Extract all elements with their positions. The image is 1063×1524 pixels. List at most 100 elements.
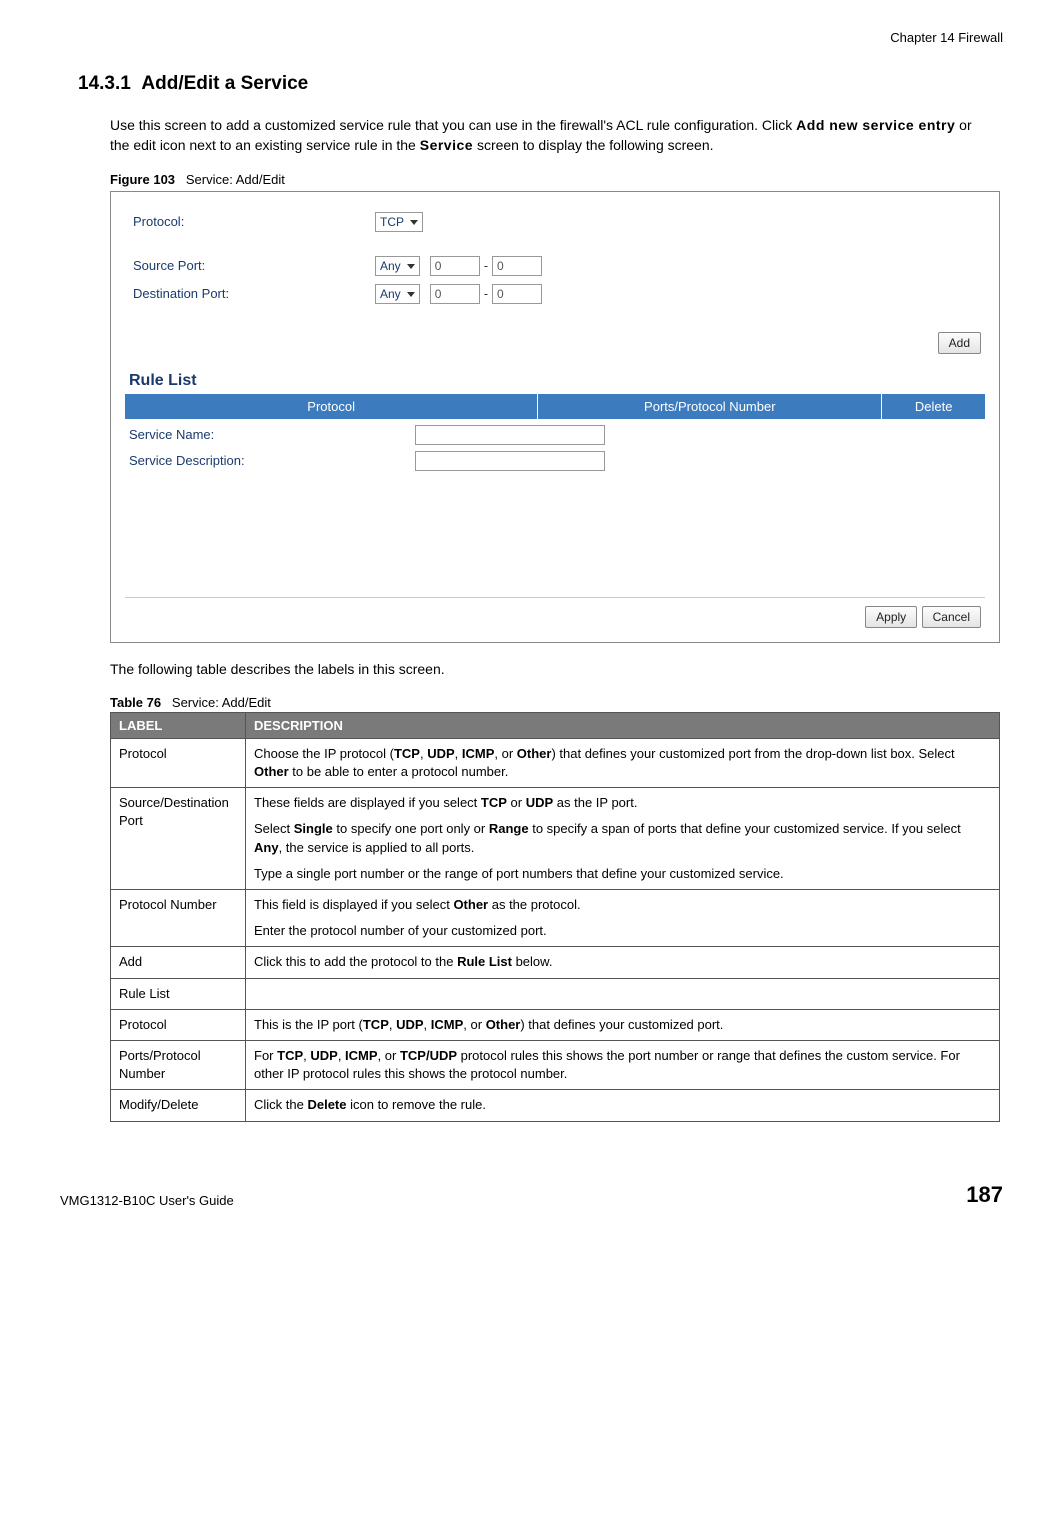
service-name-label: Service Name: bbox=[125, 427, 415, 442]
page-footer: VMG1312-B10C User's Guide 187 bbox=[60, 1182, 1003, 1208]
row-label: Modify/Delete bbox=[111, 1090, 246, 1121]
t: , bbox=[389, 1017, 396, 1032]
row-label: Protocol Number bbox=[111, 890, 246, 947]
col-ports: Ports/Protocol Number bbox=[538, 394, 882, 419]
t: UDP bbox=[526, 795, 553, 810]
table-row: Add Click this to add the protocol to th… bbox=[111, 947, 1000, 978]
t: Click the bbox=[254, 1097, 307, 1112]
service-description-row: Service Description: bbox=[125, 451, 985, 471]
source-port-from-input[interactable] bbox=[430, 256, 480, 276]
t: Any bbox=[254, 840, 279, 855]
t: ) that defines your customized port. bbox=[520, 1017, 723, 1032]
dash-separator: - bbox=[484, 286, 488, 301]
protocol-row: Protocol: TCP bbox=[125, 212, 985, 232]
t: or bbox=[507, 795, 526, 810]
t: TCP bbox=[277, 1048, 303, 1063]
th-label: LABEL bbox=[111, 712, 246, 738]
service-description-input[interactable] bbox=[415, 451, 605, 471]
table-number: Table 76 bbox=[110, 695, 161, 710]
t: ) that defines your customized port from… bbox=[551, 746, 954, 761]
row-label: Rule List bbox=[111, 978, 246, 1009]
source-port-row: Source Port: Any - bbox=[125, 256, 985, 276]
chapter-header: Chapter 14 Firewall bbox=[60, 30, 1003, 45]
table-title: Service: Add/Edit bbox=[172, 695, 271, 710]
source-port-to-input[interactable] bbox=[492, 256, 542, 276]
t: TCP bbox=[481, 795, 507, 810]
add-button[interactable]: Add bbox=[938, 332, 981, 354]
row-desc: Choose the IP protocol (TCP, UDP, ICMP, … bbox=[246, 738, 1000, 787]
destination-port-from-input[interactable] bbox=[430, 284, 480, 304]
protocol-select[interactable]: TCP bbox=[375, 212, 423, 232]
t: to be able to enter a protocol number. bbox=[289, 764, 509, 779]
protocol-select-value: TCP bbox=[380, 215, 404, 229]
description-table: LABEL DESCRIPTION Protocol Choose the IP… bbox=[110, 712, 1000, 1122]
rule-list-heading: Rule List bbox=[125, 372, 985, 390]
section-heading: 14.3.1 Add/Edit a Service bbox=[78, 73, 1003, 95]
row-desc bbox=[246, 978, 1000, 1009]
t: UDP bbox=[310, 1048, 337, 1063]
apply-button[interactable]: Apply bbox=[865, 606, 917, 628]
screenshot-panel: Protocol: TCP Source Port: Any - Destina… bbox=[110, 191, 1000, 643]
t: ICMP bbox=[462, 746, 495, 761]
th-description: DESCRIPTION bbox=[246, 712, 1000, 738]
table-row: Modify/Delete Click the Delete icon to r… bbox=[111, 1090, 1000, 1121]
t: This field is displayed if you select bbox=[254, 897, 453, 912]
destination-port-to-input[interactable] bbox=[492, 284, 542, 304]
t: TCP bbox=[394, 746, 420, 761]
t: , bbox=[424, 1017, 431, 1032]
t: , or bbox=[463, 1017, 485, 1032]
table-caption: Table 76 Service: Add/Edit bbox=[110, 695, 1003, 710]
table-row: Protocol Choose the IP protocol (TCP, UD… bbox=[111, 738, 1000, 787]
cancel-button[interactable]: Cancel bbox=[922, 606, 981, 628]
t: UDP bbox=[427, 746, 454, 761]
rule-list-table: Protocol Ports/Protocol Number Delete bbox=[125, 394, 985, 419]
intro-a: Use this screen to add a customized serv… bbox=[110, 117, 796, 133]
source-port-label: Source Port: bbox=[125, 258, 375, 273]
row-desc: This field is displayed if you select Ot… bbox=[246, 890, 1000, 947]
destination-port-mode-value: Any bbox=[380, 287, 401, 301]
t: , bbox=[455, 746, 462, 761]
service-name-row: Service Name: bbox=[125, 425, 985, 445]
t: Other bbox=[254, 764, 289, 779]
row-desc: Click the Delete icon to remove the rule… bbox=[246, 1090, 1000, 1121]
destination-port-mode-select[interactable]: Any bbox=[375, 284, 420, 304]
section-title-text: Add/Edit a Service bbox=[141, 73, 308, 94]
source-port-mode-value: Any bbox=[380, 259, 401, 273]
row-desc: For TCP, UDP, ICMP, or TCP/UDP protocol … bbox=[246, 1040, 1000, 1089]
t: Other bbox=[453, 897, 488, 912]
t: Other bbox=[486, 1017, 521, 1032]
after-figure-text: The following table describes the labels… bbox=[110, 659, 993, 679]
row-label: Protocol bbox=[111, 1009, 246, 1040]
table-row: Rule List bbox=[111, 978, 1000, 1009]
t: below. bbox=[512, 954, 552, 969]
t: Enter the protocol number of your custom… bbox=[254, 922, 991, 940]
t: ICMP bbox=[345, 1048, 378, 1063]
t: to specify a span of ports that define y… bbox=[529, 821, 961, 836]
intro-c: screen to display the following screen. bbox=[473, 137, 713, 153]
row-desc: Click this to add the protocol to the Ru… bbox=[246, 947, 1000, 978]
section-number-text: 14.3.1 bbox=[78, 73, 131, 94]
t: as the protocol. bbox=[488, 897, 581, 912]
row-desc: This is the IP port (TCP, UDP, ICMP, or … bbox=[246, 1009, 1000, 1040]
col-protocol: Protocol bbox=[125, 394, 538, 419]
t: Delete bbox=[307, 1097, 346, 1112]
row-label: Protocol bbox=[111, 738, 246, 787]
destination-port-row: Destination Port: Any - bbox=[125, 284, 985, 304]
source-port-mode-select[interactable]: Any bbox=[375, 256, 420, 276]
t: Type a single port number or the range o… bbox=[254, 865, 991, 883]
t: , or bbox=[378, 1048, 400, 1063]
t: as the IP port. bbox=[553, 795, 637, 810]
row-label: Add bbox=[111, 947, 246, 978]
dash-separator: - bbox=[484, 258, 488, 273]
t: These fields are displayed if you select bbox=[254, 795, 481, 810]
table-row: Source/Destination Port These fields are… bbox=[111, 788, 1000, 890]
t: , the service is applied to all ports. bbox=[279, 840, 475, 855]
t: For bbox=[254, 1048, 277, 1063]
t: Other bbox=[517, 746, 552, 761]
t: This is the IP port ( bbox=[254, 1017, 363, 1032]
figure-title: Service: Add/Edit bbox=[186, 172, 285, 187]
table-row: Protocol Number This field is displayed … bbox=[111, 890, 1000, 947]
table-row: Protocol This is the IP port (TCP, UDP, … bbox=[111, 1009, 1000, 1040]
t: UDP bbox=[396, 1017, 423, 1032]
service-name-input[interactable] bbox=[415, 425, 605, 445]
